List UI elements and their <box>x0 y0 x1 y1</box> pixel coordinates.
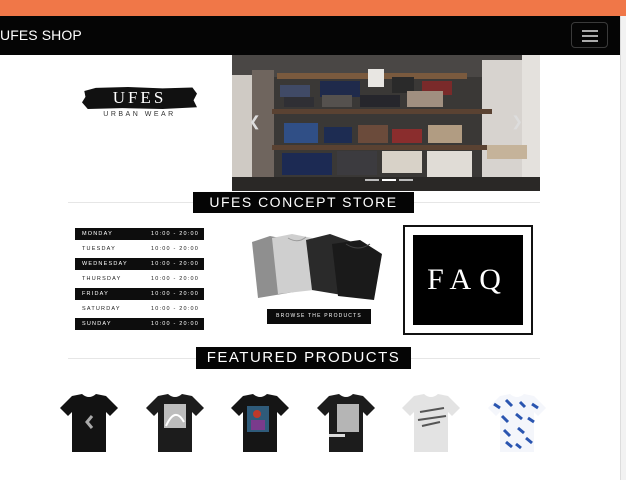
faq-card[interactable]: FAQ <box>403 225 533 335</box>
navbar-brand[interactable]: UFES SHOP <box>0 27 82 43</box>
featured-products-heading: FEATURED PRODUCTS <box>196 347 411 369</box>
hours-day: TUESDAY <box>82 246 116 252</box>
hours-row-monday: MONDAY 10:00 - 20:00 <box>75 228 204 240</box>
carousel-indicator-active[interactable] <box>382 179 396 181</box>
logo-subtitle: URBAN WEAR <box>103 111 176 118</box>
product-tshirt-black-grey-print[interactable] <box>315 392 377 454</box>
ufes-logo: UFES URBAN WEAR <box>72 84 202 124</box>
hours-row-tuesday: TUESDAY 10:00 - 20:00 <box>75 243 204 255</box>
hamburger-line <box>582 35 598 37</box>
hours-day: THURSDAY <box>82 276 122 282</box>
hours-day: SATURDAY <box>82 306 121 312</box>
navbar: UFES SHOP <box>0 16 620 55</box>
folded-tshirts-image[interactable] <box>248 232 388 304</box>
scrollbar-edge <box>620 16 626 480</box>
browse-products-button[interactable]: BROWSE THE PRODUCTS <box>267 309 371 324</box>
hamburger-menu-icon <box>582 30 598 32</box>
store-interior-photo <box>232 55 540 191</box>
faq-label: FAQ <box>413 235 523 325</box>
hamburger-line <box>582 40 598 42</box>
hours-time: 10:00 - 20:00 <box>150 231 199 237</box>
hours-day: FRIDAY <box>82 291 109 297</box>
concept-store-heading: UFES CONCEPT STORE <box>193 192 414 213</box>
product-tshirt-black[interactable] <box>58 392 120 454</box>
hours-time: 10:00 - 20:00 <box>150 276 199 282</box>
hours-row-thursday: THURSDAY 10:00 - 20:00 <box>75 273 204 285</box>
hours-day: WEDNESDAY <box>82 261 128 267</box>
hours-row-friday: FRIDAY 10:00 - 20:00 <box>75 288 204 300</box>
hours-row-saturday: SATURDAY 10:00 - 20:00 <box>75 303 204 315</box>
hours-day: SUNDAY <box>82 321 112 327</box>
product-tshirt-black-print[interactable] <box>144 392 206 454</box>
hours-time: 10:00 - 20:00 <box>150 291 199 297</box>
hours-time: 10:00 - 20:00 <box>150 246 199 252</box>
chevron-right-icon[interactable]: ❯ <box>511 113 523 130</box>
chevron-left-icon[interactable]: ❮ <box>249 113 261 130</box>
product-tshirt-blue-pattern[interactable] <box>486 392 548 454</box>
hours-row-sunday: SUNDAY 10:00 - 20:00 <box>75 318 204 330</box>
hamburger-menu-button[interactable] <box>571 22 608 48</box>
logo-title: UFES <box>112 88 167 107</box>
hours-day: MONDAY <box>82 231 113 237</box>
carousel-indicator[interactable] <box>399 179 413 181</box>
product-tshirt-black-color-print[interactable] <box>229 392 291 454</box>
hours-time: 10:00 - 20:00 <box>150 306 199 312</box>
hours-time: 10:00 - 20:00 <box>150 321 199 327</box>
carousel-indicator[interactable] <box>365 179 379 181</box>
hours-time: 10:00 - 20:00 <box>150 261 199 267</box>
top-accent-bar <box>0 0 626 16</box>
store-carousel[interactable]: ❮ ❯ <box>232 55 540 191</box>
product-tshirt-white[interactable] <box>400 392 462 454</box>
hours-row-wednesday: WEDNESDAY 10:00 - 20:00 <box>75 258 204 270</box>
